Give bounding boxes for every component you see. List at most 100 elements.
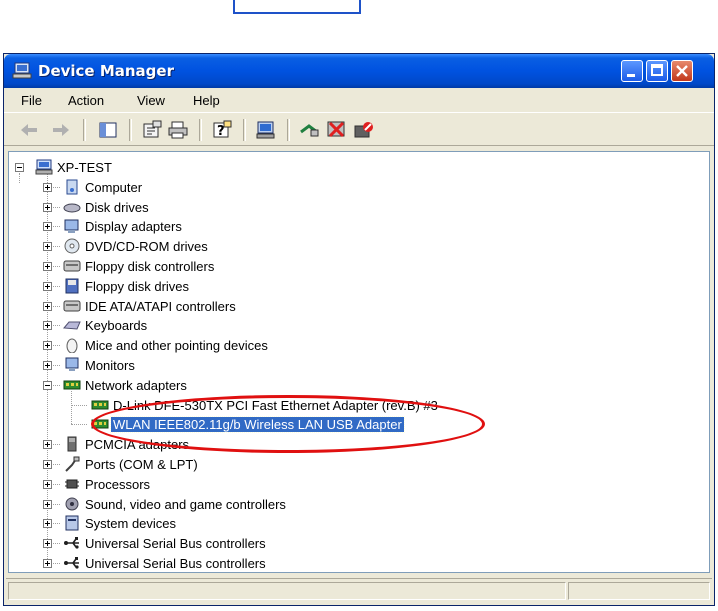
forward-arrow-icon[interactable] — [50, 120, 72, 140]
tree-root-label: XP-TEST — [57, 160, 112, 175]
controller-icon — [63, 300, 81, 312]
expand-toggle-icon[interactable] — [43, 182, 52, 192]
minimize-button[interactable] — [621, 60, 643, 82]
tree-item-label: DVD/CD-ROM drives — [85, 239, 208, 255]
tree-item[interactable]: Processors — [43, 475, 603, 495]
tree-item[interactable]: System devices — [43, 514, 603, 534]
expand-toggle-icon[interactable] — [43, 559, 52, 568]
pcmcia-icon — [67, 436, 77, 452]
tree-item-label: IDE ATA/ATAPI controllers — [85, 298, 236, 314]
status-panel-main — [8, 582, 566, 600]
menu-file[interactable]: File — [21, 93, 42, 108]
tree-item[interactable]: Network adapters — [43, 376, 603, 396]
menu-bar: File Action View Help — [4, 88, 714, 112]
collapse-toggle-icon[interactable] — [15, 163, 24, 172]
usb-icon — [64, 557, 79, 569]
show-hide-tree-icon[interactable] — [97, 120, 119, 140]
tree-item[interactable]: Mice and other pointing devices — [43, 336, 603, 356]
back-arrow-icon[interactable] — [18, 120, 40, 140]
toolbar-separator — [287, 119, 290, 141]
tree-item[interactable]: PCMCIA adapters — [43, 435, 603, 455]
expand-toggle-icon[interactable] — [43, 281, 52, 291]
expand-toggle-icon[interactable] — [43, 460, 52, 469]
cdrom-icon — [64, 238, 80, 254]
help-icon[interactable]: ? — [211, 120, 233, 140]
tree-item[interactable]: Floppy disk drives — [43, 277, 603, 297]
display-adapter-icon — [64, 219, 79, 234]
scan-hardware-icon[interactable] — [255, 120, 277, 140]
tree-item[interactable]: Universal Serial Bus controllers — [43, 554, 603, 572]
expand-toggle-icon[interactable] — [43, 242, 52, 252]
tree-item[interactable]: Ports (COM & LPT) — [43, 455, 603, 475]
monitor-icon — [65, 357, 79, 371]
toolbar: ? — [4, 112, 714, 146]
tree-item[interactable]: Monitors — [43, 356, 603, 376]
expand-toggle-icon[interactable] — [43, 262, 52, 271]
close-icon — [676, 65, 688, 77]
toolbar-separator — [83, 119, 86, 141]
collapse-toggle-icon[interactable] — [43, 380, 52, 390]
computer-icon — [66, 179, 78, 195]
usb-icon — [64, 537, 79, 549]
mouse-icon — [66, 338, 78, 354]
disk-drive-icon — [63, 203, 81, 213]
expand-toggle-icon[interactable] — [43, 499, 52, 509]
expand-toggle-icon[interactable] — [43, 222, 52, 232]
keyboard-icon — [63, 321, 81, 330]
tree-item[interactable]: Keyboards — [43, 316, 603, 336]
tree-item[interactable]: Disk drives — [43, 198, 603, 218]
sound-icon — [65, 497, 79, 511]
maximize-button[interactable] — [646, 60, 668, 82]
device-tree[interactable]: XP-TEST Computer Disk drives Display ada… — [8, 151, 710, 573]
toolbar-separator — [129, 119, 132, 141]
minimize-icon — [627, 74, 635, 77]
tree-item-label: Computer — [85, 179, 143, 195]
tree-item[interactable]: IDE ATA/ATAPI controllers — [43, 297, 603, 317]
tree-item-label: Network adapters — [85, 377, 187, 393]
print-icon[interactable] — [167, 120, 189, 140]
update-driver-icon[interactable] — [299, 120, 321, 140]
expand-toggle-icon[interactable] — [43, 539, 52, 549]
tree-item-label: Floppy disk drives — [85, 278, 190, 294]
expand-toggle-icon[interactable] — [43, 301, 52, 311]
expand-toggle-icon[interactable] — [43, 341, 52, 351]
tree-item-label: Monitors — [85, 358, 135, 373]
menu-help[interactable]: Help — [193, 93, 220, 108]
tree-root[interactable]: XP-TEST — [15, 158, 215, 178]
svg-text:?: ? — [217, 124, 225, 139]
toolbar-separator — [243, 119, 246, 141]
device-manager-window: Device Manager File Action View Help ? X… — [3, 53, 715, 606]
tree-child-label: WLAN IEEE802.11g/b Wireless LAN USB Adap… — [110, 416, 405, 434]
expand-toggle-icon[interactable] — [43, 519, 52, 529]
processor-icon — [65, 479, 79, 489]
tree-item-label: System devices — [85, 516, 177, 532]
tree-item-label: Universal Serial Bus controllers — [85, 556, 266, 571]
window-title: Device Manager — [38, 62, 174, 80]
close-button[interactable] — [671, 60, 693, 82]
tree-item-label: Keyboards — [85, 318, 148, 334]
tree-item-label: Floppy disk controllers — [85, 259, 215, 274]
menu-view[interactable]: View — [137, 93, 165, 108]
tree-item[interactable]: Display adapters — [43, 217, 603, 237]
tree-item[interactable]: Universal Serial Bus controllers — [43, 534, 603, 554]
tree-item[interactable]: Computer — [43, 178, 603, 198]
expand-toggle-icon[interactable] — [43, 440, 52, 450]
tree-child-item[interactable]: D-Link DFE-530TX PCI Fast Ethernet Adapt… — [71, 396, 631, 416]
title-bar[interactable]: Device Manager — [4, 54, 714, 88]
expand-toggle-icon[interactable] — [43, 479, 52, 489]
expand-toggle-icon[interactable] — [43, 202, 52, 212]
top-link-highlight — [233, 0, 361, 14]
port-icon — [65, 456, 80, 472]
properties-icon[interactable] — [141, 120, 163, 140]
tree-item[interactable]: Floppy disk controllers — [43, 257, 603, 277]
device-manager-icon — [12, 62, 32, 79]
tree-child-item[interactable]: WLAN IEEE802.11g/b Wireless LAN USB Adap… — [71, 415, 631, 435]
expand-toggle-icon[interactable] — [43, 321, 52, 331]
disable-icon[interactable] — [353, 120, 375, 140]
expand-toggle-icon[interactable] — [43, 361, 52, 370]
uninstall-icon[interactable] — [326, 120, 348, 140]
tree-item[interactable]: DVD/CD-ROM drives — [43, 237, 603, 257]
tree-item[interactable]: Sound, video and game controllers — [43, 495, 603, 515]
computer-root-icon — [35, 159, 53, 175]
menu-action[interactable]: Action — [68, 93, 104, 108]
